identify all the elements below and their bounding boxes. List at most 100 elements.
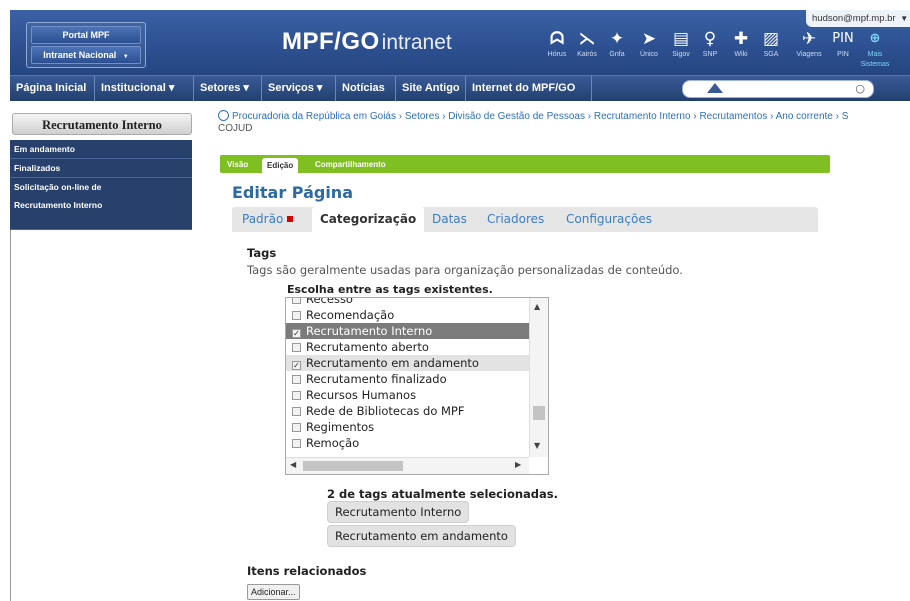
selected-tag-pill[interactable]: Recrutamento Interno [327,501,470,523]
pin-icon: PIN [832,31,854,46]
checkbox-checked-icon[interactable]: ✓ [292,329,301,338]
scrollbar-thumb[interactable] [533,406,545,420]
nav-item-setores[interactable]: Setores ▾ [194,76,262,101]
tag-option-recrutamento-interno[interactable]: ✓ Recrutamento Interno [286,323,529,339]
sidebar-item-finalizados[interactable]: Finalizados [10,159,192,178]
main-nav: Página Inicial Institucional ▾ Setores ▾… [10,75,910,101]
tab-categorizacao[interactable]: Categorização [312,207,425,232]
checkbox-icon[interactable] [292,391,301,400]
systems-toolbar: ᗣ Hórus ⋋ Kairós ✦ Gnfa ➤ Único ▤ Sigov … [540,28,910,70]
tab-criadores[interactable]: Criadores [479,207,552,232]
tab-configuracoes[interactable]: Configurações [558,207,660,232]
portal-switcher: Portal MPF Intranet Nacional ▼ [26,22,146,68]
tag-option-recrutamento-finalizado[interactable]: Recrutamento finalizado [286,371,529,387]
system-link-sga[interactable]: ▨ SGA [754,28,788,60]
tag-option-label: Recrutamento em andamento [306,356,479,370]
tag-option-recomendacao[interactable]: Recomendação [286,307,529,323]
system-label: Hórus [547,51,567,58]
nav-item-institucional[interactable]: Institucional ▾ [95,76,194,101]
mais-sistemas-icon: ⊕ [869,31,881,46]
system-label: Kairós [577,51,597,58]
tag-option-remocao[interactable]: Remoção [286,435,529,451]
tag-option-rede-de-bibliotecas[interactable]: Rede de Bibliotecas do MPF [286,403,529,419]
scroll-up-icon[interactable]: ▲ [534,302,540,311]
checkbox-icon[interactable] [292,298,301,304]
page-border [10,230,11,601]
scroll-down-icon[interactable]: ▼ [534,441,540,450]
sga-icon: ▨ [762,29,780,49]
tag-option-label: Rede de Bibliotecas do MPF [306,404,465,418]
nav-item-servicos[interactable]: Serviços ▾ [262,76,336,101]
site-title[interactable]: MPF/GOintranet [282,28,452,56]
scroll-left-icon[interactable]: ◀ [290,460,296,469]
system-link-horus[interactable]: ᗣ Hórus [540,28,574,60]
portal-mpf-button[interactable]: Portal MPF [31,26,141,44]
system-label: Wiki [734,51,748,58]
site-logo-icon [707,83,723,93]
system-link-pin[interactable]: PIN PIN [826,28,860,60]
tags-multiselect[interactable]: Recesso Recomendação ✓ Recrutamento Inter… [285,297,549,475]
user-menu[interactable]: hudson@mpf.mp.br ▼ [806,10,910,27]
system-link-viagens[interactable]: ✈ Viagens [792,28,826,60]
scroll-right-icon[interactable]: ▶ [515,460,521,469]
system-label: SGA [763,51,779,58]
system-label: SNP [702,51,718,58]
edit-subtabs: Padrão Categorização Datas Criadores Con… [232,207,818,232]
checkbox-icon[interactable] [292,375,301,384]
tab-padrao[interactable]: Padrão [234,207,301,232]
site-title-suffix: intranet [381,31,452,54]
sidebar-item-em-andamento[interactable]: Em andamento [10,140,192,159]
tab-compartilhamento[interactable]: Compartilhamento [310,157,391,173]
scrollbar-thumb[interactable] [303,461,403,471]
system-link-mais-sistemas[interactable]: ⊕ Mais Sistemas [858,28,892,70]
system-link-gnfa[interactable]: ✦ Gnfa [600,28,634,60]
sidebar-item-recrutamento-interno[interactable]: Recrutamento Interno [10,196,192,230]
tag-option-regimentos[interactable]: Regimentos [286,419,529,435]
checkbox-icon[interactable] [292,423,301,432]
add-related-button[interactable]: Adicionar... [247,584,300,600]
horizontal-scrollbar[interactable]: ◀ ▶ [286,457,529,474]
tag-option-recesso[interactable]: Recesso [286,298,529,307]
checkbox-icon[interactable] [292,439,301,448]
tag-option-recursos-humanos[interactable]: Recursos Humanos [286,387,529,403]
vertical-scrollbar[interactable]: ▲ ▼ [529,298,548,457]
system-link-wiki[interactable]: ✚ Wiki [724,28,758,60]
snp-icon: ♀ [703,29,717,49]
site-title-brand: MPF/GO [282,28,380,55]
system-label: Mais Sistemas [860,51,890,68]
system-label: Viagens [796,51,822,58]
tab-padrao-label: Padrão [242,212,284,226]
tab-edicao[interactable]: Edição [262,158,299,174]
nav-item-site-antigo[interactable]: Site Antigo [396,76,466,101]
intranet-nacional-label: Intranet Nacional [43,50,117,60]
tag-option-label: Remoção [306,436,360,450]
breadcrumb-path[interactable]: Procuradoria da República em Goiás › Set… [232,111,848,122]
breadcrumb[interactable]: Procuradoria da República em Goiás › Set… [218,110,910,140]
tab-visao[interactable]: Visão [222,157,253,173]
search-input[interactable]: ○ [682,80,874,98]
system-link-unico[interactable]: ➤ Único [632,28,666,60]
wiki-icon: ✚ [733,29,749,49]
checkbox-checked-icon[interactable]: ✓ [292,361,301,370]
tag-option-recrutamento-em-andamento[interactable]: ✓ Recrutamento em andamento [286,355,529,371]
intranet-nacional-button[interactable]: Intranet Nacional ▼ [31,46,141,64]
checkbox-icon[interactable] [292,343,301,352]
search-icon[interactable]: ○ [855,81,865,97]
check-circle-icon [218,110,229,121]
selected-tag-pill[interactable]: Recrutamento em andamento [327,525,516,547]
system-label: PIN [837,51,849,58]
system-link-kairos[interactable]: ⋋ Kairós [570,28,604,60]
nav-item-noticias[interactable]: Notícias [336,76,396,101]
nav-item-pagina-inicial[interactable]: Página Inicial [10,76,95,101]
tab-datas[interactable]: Datas [424,207,475,232]
sidebar-item-solicitacao[interactable]: Solicitação on-line de [10,178,192,196]
system-label: Gnfa [609,51,625,58]
tag-option-recrutamento-aberto[interactable]: Recrutamento aberto [286,339,529,355]
checkbox-icon[interactable] [292,407,301,416]
tag-option-label: Regimentos [306,420,375,434]
site-header: Portal MPF Intranet Nacional ▼ MPF/GOint… [10,10,910,76]
checkbox-icon[interactable] [292,311,301,320]
nav-item-internet-mpf-go[interactable]: Internet do MPF/GO [466,76,592,101]
chevron-down-icon: ▼ [900,14,909,23]
system-link-snp[interactable]: ♀ SNP [693,28,727,60]
